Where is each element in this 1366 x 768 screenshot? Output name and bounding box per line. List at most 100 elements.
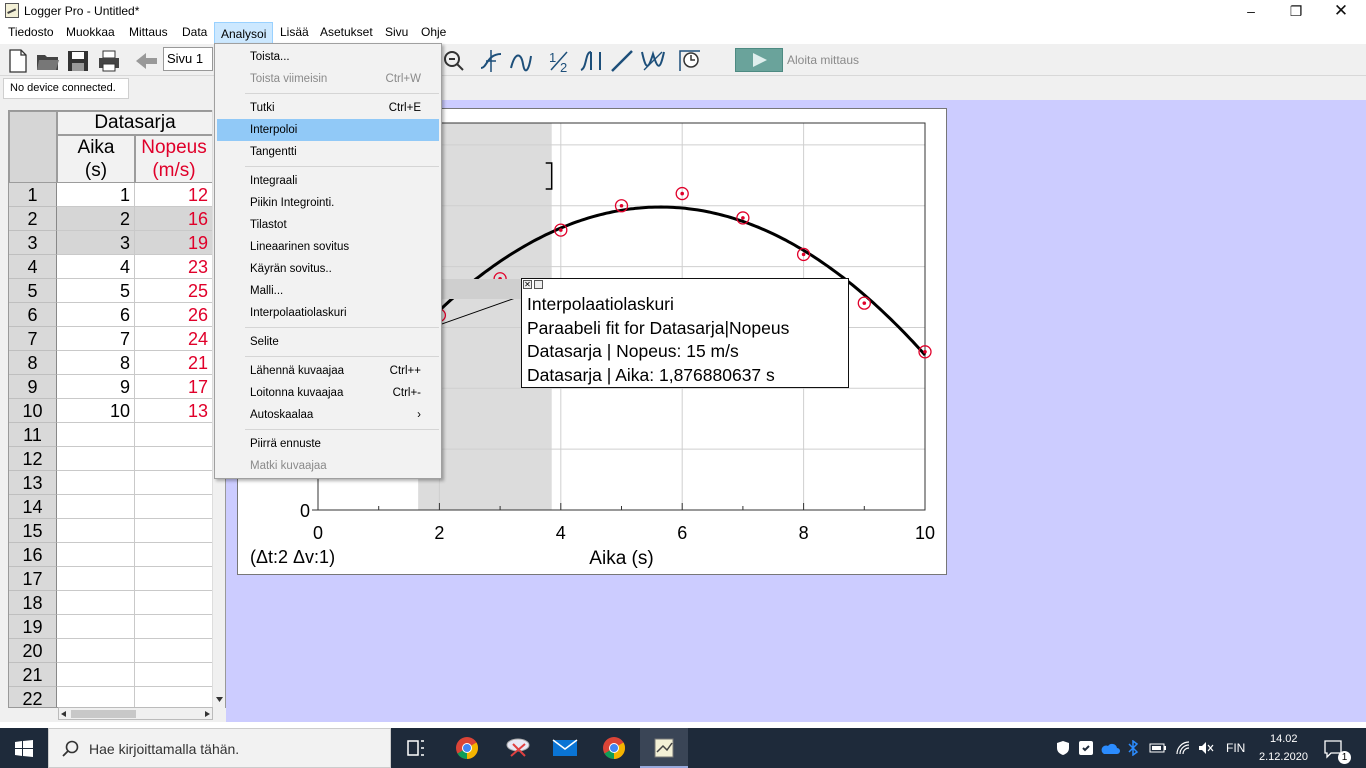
table-row[interactable]: 5 5 25: [9, 279, 213, 303]
menu-item-piikin-integrointi[interactable]: Piikin Integrointi.: [217, 192, 439, 214]
menu-item-autoskaalaa[interactable]: Autoskaalaa ›: [217, 404, 439, 426]
cell-aika[interactable]: [57, 567, 135, 591]
menu-item-selite[interactable]: Selite: [217, 331, 439, 353]
menu-item-integraali[interactable]: Integraali: [217, 170, 439, 192]
cell-nopeus[interactable]: 17: [135, 375, 213, 399]
cell-nopeus[interactable]: 13: [135, 399, 213, 423]
cell-aika[interactable]: 7: [57, 327, 135, 351]
onedrive-icon[interactable]: [1100, 741, 1120, 755]
cell-nopeus[interactable]: [135, 543, 213, 567]
cell-nopeus[interactable]: [135, 567, 213, 591]
table-row[interactable]: 8 8 21: [9, 351, 213, 375]
menu-item-tutki[interactable]: Tutki Ctrl+E: [217, 97, 439, 119]
table-row[interactable]: 17: [9, 567, 213, 591]
table-row[interactable]: 1 1 12: [9, 183, 213, 207]
table-row[interactable]: 6 6 26: [9, 303, 213, 327]
cell-aika[interactable]: [57, 495, 135, 519]
curve-fit-icon[interactable]: [640, 48, 666, 74]
table-row[interactable]: 9 9 17: [9, 375, 213, 399]
menu-item-tangentti[interactable]: Tangentti: [217, 141, 439, 163]
cell-nopeus[interactable]: [135, 495, 213, 519]
cell-nopeus[interactable]: 12: [135, 183, 213, 207]
column-header-aika[interactable]: Aika (s): [57, 135, 135, 183]
table-row[interactable]: 18: [9, 591, 213, 615]
scroll-thumb[interactable]: [71, 710, 136, 718]
scroll-left-arrow-icon[interactable]: [60, 710, 68, 718]
menu-data[interactable]: Data: [182, 25, 207, 39]
table-row[interactable]: 7 7 24: [9, 327, 213, 351]
menu-asetukset[interactable]: Asetukset: [320, 25, 373, 39]
menu-sivu[interactable]: Sivu: [385, 25, 408, 39]
table-row[interactable]: 21: [9, 663, 213, 687]
cell-aika[interactable]: 8: [57, 351, 135, 375]
defender-icon[interactable]: [1078, 740, 1094, 756]
table-row[interactable]: 13: [9, 471, 213, 495]
menu-item-loitonna-kuvaajaa[interactable]: Loitonna kuvaajaa Ctrl+-: [217, 382, 439, 404]
save-icon[interactable]: [65, 48, 91, 74]
close-button[interactable]: ✕: [1318, 0, 1364, 22]
zoom-out-icon[interactable]: [441, 48, 467, 74]
table-row[interactable]: 16: [9, 543, 213, 567]
cell-aika[interactable]: [57, 471, 135, 495]
cell-nopeus[interactable]: 23: [135, 255, 213, 279]
print-icon[interactable]: [96, 48, 122, 74]
tangent-icon[interactable]: [508, 48, 534, 74]
cell-nopeus[interactable]: 16: [135, 207, 213, 231]
clock-time[interactable]: 14.02: [1270, 733, 1298, 745]
menu-tiedosto[interactable]: Tiedosto: [8, 25, 54, 39]
cell-nopeus[interactable]: 24: [135, 327, 213, 351]
menu-item-toista[interactable]: Toista...: [217, 46, 439, 68]
menu-item-lähennä-kuvaajaa[interactable]: Lähennä kuvaajaa Ctrl++: [217, 360, 439, 382]
cell-aika[interactable]: [57, 663, 135, 687]
table-row[interactable]: 11: [9, 423, 213, 447]
table-row[interactable]: 4 4 23: [9, 255, 213, 279]
snipping-tool-icon[interactable]: [505, 736, 531, 760]
cell-nopeus[interactable]: 21: [135, 351, 213, 375]
interpolation-calculator-box[interactable]: ✕ Interpolaatiolaskuri Paraabeli fit for…: [521, 278, 849, 388]
security-shield-icon[interactable]: [1055, 740, 1071, 756]
menu-item-interpoloi[interactable]: Interpoloi: [217, 119, 439, 141]
scroll-right-arrow-icon[interactable]: [203, 710, 211, 718]
cell-aika[interactable]: 6: [57, 303, 135, 327]
table-row[interactable]: 12: [9, 447, 213, 471]
menu-item-piirrä-ennuste[interactable]: Piirrä ennuste: [217, 433, 439, 455]
menu-analysoi[interactable]: Analysoi: [214, 22, 274, 44]
battery-icon[interactable]: [1149, 742, 1167, 754]
table-row[interactable]: 3 3 19: [9, 231, 213, 255]
cell-aika[interactable]: 5: [57, 279, 135, 303]
table-row[interactable]: 2 2 16: [9, 207, 213, 231]
windows-start-icon[interactable]: [15, 740, 33, 757]
minimize-button[interactable]: –: [1228, 0, 1274, 22]
column-header-nopeus[interactable]: Nopeus (m/s): [135, 135, 213, 183]
open-folder-icon[interactable]: [35, 48, 61, 74]
bluetooth-icon[interactable]: [1127, 740, 1139, 756]
maximize-button[interactable]: ❐: [1273, 0, 1319, 22]
table-row[interactable]: 22: [9, 687, 213, 707]
cell-aika[interactable]: 1: [57, 183, 135, 207]
table-row[interactable]: 15: [9, 519, 213, 543]
table-horizontal-scrollbar[interactable]: [58, 707, 213, 720]
cell-nopeus[interactable]: [135, 519, 213, 543]
menu-ohje[interactable]: Ohje: [421, 25, 446, 39]
cell-nopeus[interactable]: [135, 663, 213, 687]
taskbar-search-box[interactable]: Hae kirjoittamalla tähän.: [48, 728, 391, 768]
cell-aika[interactable]: [57, 615, 135, 639]
chrome-icon-2[interactable]: [602, 736, 626, 760]
cell-nopeus[interactable]: [135, 591, 213, 615]
cell-aika[interactable]: 3: [57, 231, 135, 255]
new-file-icon[interactable]: [5, 48, 31, 74]
examine-icon[interactable]: [478, 48, 504, 74]
table-row[interactable]: 10 10 13: [9, 399, 213, 423]
volume-muted-icon[interactable]: [1197, 740, 1215, 756]
menu-item-tilastot[interactable]: Tilastot: [217, 214, 439, 236]
cell-nopeus[interactable]: 19: [135, 231, 213, 255]
cell-aika[interactable]: 9: [57, 375, 135, 399]
cell-aika[interactable]: 2: [57, 207, 135, 231]
table-row[interactable]: 19: [9, 615, 213, 639]
cell-aika[interactable]: [57, 639, 135, 663]
scroll-down-arrow-icon[interactable]: [215, 695, 224, 703]
cell-nopeus[interactable]: [135, 639, 213, 663]
page-selector[interactable]: Sivu 1: [163, 47, 213, 71]
cell-nopeus[interactable]: [135, 471, 213, 495]
cell-nopeus[interactable]: [135, 423, 213, 447]
